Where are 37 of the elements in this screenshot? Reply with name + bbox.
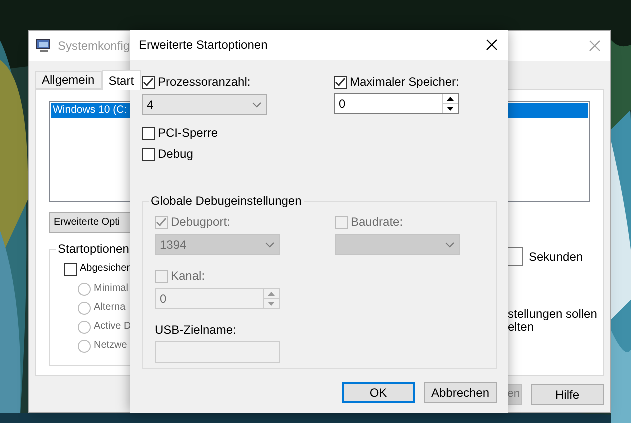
field-label: USB-Zielname: [155,323,238,337]
max-memory-field[interactable]: 0 [334,93,459,114]
checkbox-label: Debug [158,147,194,161]
group-title: Globale Debugeinstellungen [149,194,304,208]
help-button[interactable]: Hilfe [531,384,604,405]
checkbox-label: Maximaler Speicher: [350,75,460,89]
chevron-down-icon [252,102,262,108]
checkbox[interactable] [142,126,155,140]
timeout-field[interactable] [508,247,523,266]
checkbox[interactable] [64,262,77,276]
tab[interactable]: Start [102,70,142,90]
checkbox-label: Abgesicher [80,262,130,276]
checkbox-label: Prozessoranzahl: [158,75,251,89]
checkbox[interactable] [334,76,347,88]
settings-note: stellungen sollen elten [508,308,598,334]
group-title: Startoptionen [56,242,132,256]
radio-label: Netzwe [94,339,128,353]
checkbox[interactable] [142,148,155,160]
close-icon[interactable] [486,39,498,51]
window-title: Systemkonfig [58,38,130,55]
dialog-title: Erweiterte Startoptionen [139,37,268,54]
advanced-options-button[interactable]: Erweiterte Opti [49,212,131,233]
checkbox-label: Kanal: [171,269,206,283]
tab[interactable]: Allgemein [35,71,102,89]
radio-label: Minimal [94,282,128,296]
chevron-down-icon [445,242,455,248]
chevron-down-icon [265,242,275,248]
monitor-icon [36,38,52,54]
checkbox[interactable] [142,76,155,88]
cancel-button[interactable]: Abbrechen [424,382,497,403]
checkbox-label: Baudrate: [351,215,404,229]
checkbox-label: PCI-Sperre [158,126,218,140]
checkbox-label: Debugport: [171,215,230,229]
unit-label: Sekunden [529,248,584,266]
processor-count-dropdown[interactable]: 4 [142,94,267,115]
radio-label: Alterna [94,301,126,315]
ok-button[interactable]: OK [342,382,415,403]
